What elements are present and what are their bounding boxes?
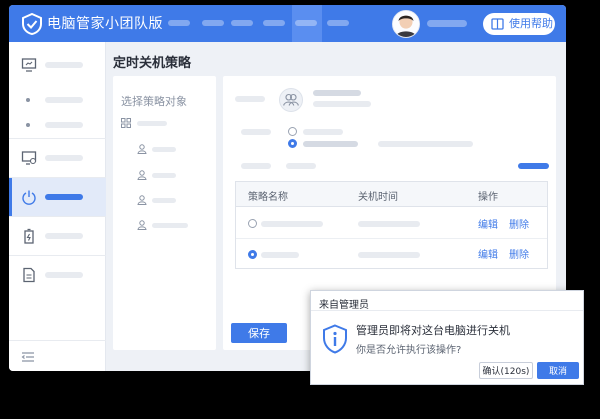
grid-icon [121, 118, 131, 128]
cancel-button[interactable]: 取消 [537, 362, 579, 379]
group-avatar[interactable] [279, 88, 303, 112]
tree-item[interactable] [113, 193, 216, 209]
user-icon [137, 220, 147, 230]
field-label [241, 129, 271, 135]
user-icon [137, 144, 147, 154]
dialog-message: 管理员即将对这台电脑进行关机 [356, 324, 510, 337]
collapse-icon[interactable] [21, 351, 35, 363]
column-header: 关机时间 [358, 192, 398, 203]
help-book-icon [491, 18, 504, 30]
tree-item[interactable] [113, 142, 216, 158]
sub-item-dot [26, 98, 30, 102]
sub-item-dot [26, 123, 30, 127]
nav-tab-1[interactable] [165, 5, 195, 42]
edit-link[interactable]: 编辑 [478, 246, 498, 261]
tree-item[interactable] [113, 218, 216, 234]
shield-info-icon [323, 324, 347, 354]
monitor-icon [21, 58, 37, 72]
sidebar-item-power[interactable] [9, 178, 106, 216]
table-header: 策略名称 关机时间 操作 [236, 182, 547, 207]
document-icon [23, 267, 35, 283]
tree-root[interactable] [113, 116, 216, 132]
avatar[interactable] [392, 10, 420, 38]
sidebar-item-screen[interactable] [9, 139, 106, 177]
title-bar: 电脑管家小团队版 使用帮助 [9, 5, 566, 42]
nav-tab-4[interactable] [260, 5, 290, 42]
nav-tab-3[interactable] [228, 5, 258, 42]
admin-shutdown-dialog: 来自管理员 管理员即将对这台电脑进行关机 你是否允许执行该操作? 确认(120s… [310, 290, 584, 385]
shield-check-icon [22, 13, 42, 35]
help-button[interactable]: 使用帮助 [483, 13, 555, 35]
sidebar-sub-item-1[interactable] [45, 97, 83, 103]
user-icon [137, 170, 147, 180]
delete-link[interactable]: 删除 [509, 216, 529, 231]
dialog-question: 你是否允许执行该操作? [356, 345, 462, 356]
user-avatar-icon [393, 11, 419, 37]
sidebar-item-document[interactable] [9, 256, 106, 294]
nav-tab-6[interactable] [324, 5, 354, 42]
tree-item[interactable] [113, 168, 216, 184]
row-radio-selected[interactable] [248, 250, 257, 259]
column-header: 策略名称 [248, 192, 288, 203]
nav-tab-5-active[interactable] [292, 5, 322, 42]
field-label [235, 96, 265, 102]
confirm-button[interactable]: 确认(120s) [479, 362, 533, 379]
save-button[interactable]: 保存 [231, 323, 287, 343]
sidebar [9, 42, 106, 371]
sidebar-item-monitor[interactable] [9, 46, 106, 84]
add-policy-button[interactable] [518, 163, 549, 169]
column-header: 操作 [478, 192, 498, 203]
select-target-label: 选择策略对象 [121, 95, 187, 108]
page-title: 定时关机策略 [113, 56, 192, 71]
nav-tab-2[interactable] [199, 5, 229, 42]
target-panel: 选择策略对象 [113, 76, 216, 350]
battery-icon [24, 228, 34, 244]
radio-option-1[interactable] [288, 127, 297, 136]
radio-option-2-selected[interactable] [288, 139, 297, 148]
group-icon [283, 93, 299, 106]
user-icon [137, 195, 147, 205]
sidebar-sub-item-2[interactable] [45, 122, 83, 128]
row-radio[interactable] [248, 219, 257, 228]
power-icon [22, 190, 36, 205]
edit-link[interactable]: 编辑 [478, 216, 498, 231]
user-name-placeholder [427, 20, 467, 27]
help-label: 使用帮助 [509, 17, 553, 30]
policy-table: 策略名称 关机时间 操作 编辑 删除 编辑 删除 [235, 181, 548, 269]
dialog-title: 来自管理员 [319, 300, 369, 311]
sidebar-item-battery[interactable] [9, 217, 106, 255]
app-title: 电脑管家小团队版 [47, 16, 163, 32]
screen-settings-icon [21, 151, 37, 165]
delete-link[interactable]: 删除 [509, 246, 529, 261]
